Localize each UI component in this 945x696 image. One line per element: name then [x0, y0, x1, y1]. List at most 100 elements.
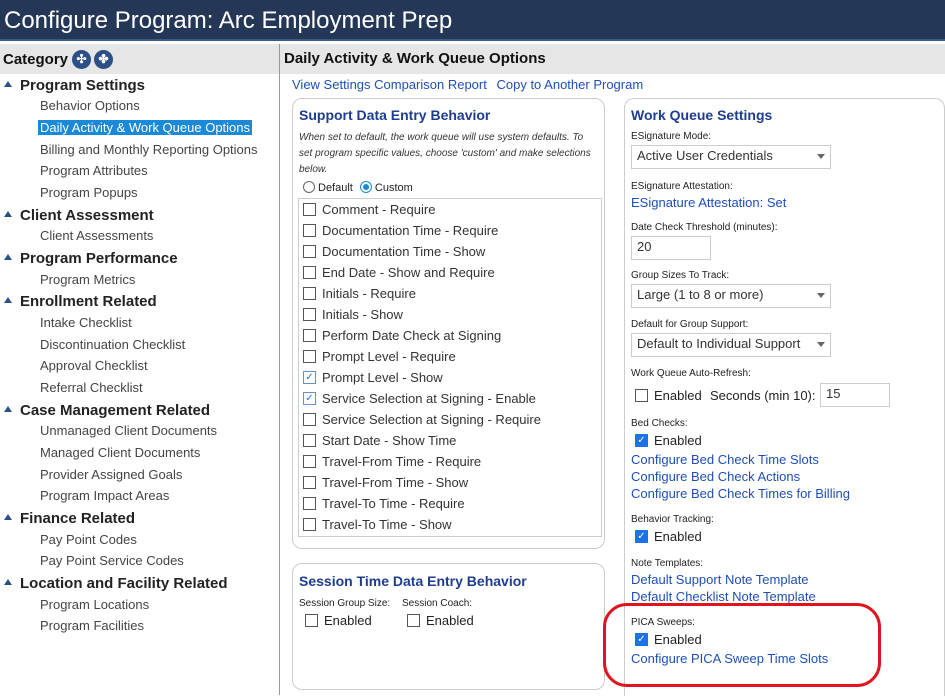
checkbox[interactable] — [303, 266, 316, 280]
option-comment-require[interactable]: Comment - Require — [299, 199, 601, 220]
option-end-date[interactable]: End Date - Show and Require — [299, 262, 601, 283]
date-check-label: Date Check Threshold (minutes): — [631, 222, 778, 233]
checkbox[interactable] — [303, 350, 316, 364]
tree-item-pay-point-service-codes[interactable]: Pay Point Service Codes — [40, 553, 184, 568]
tree-item-behavior-options[interactable]: Behavior Options — [40, 98, 140, 113]
support-data-entry-box: Support Data Entry Behavior When set to … — [292, 98, 605, 549]
tree-item-pay-point-codes[interactable]: Pay Point Codes — [40, 532, 137, 547]
copy-to-program-link[interactable]: Copy to Another Program — [496, 77, 643, 92]
tree-item-daily-activity-selected[interactable]: Daily Activity & Work Queue Options — [38, 120, 253, 135]
checkbox-checked[interactable]: ✓ — [635, 530, 648, 544]
option-start-date[interactable]: Start Date - Show Time — [299, 430, 601, 451]
checkbox[interactable] — [303, 308, 316, 322]
session-time-box: Session Time Data Entry Behavior Session… — [292, 563, 605, 690]
default-checklist-note-link[interactable]: Default Checklist Note Template — [631, 589, 816, 604]
tree-item-billing[interactable]: Billing and Monthly Reporting Options — [40, 142, 258, 157]
group-support-select[interactable]: Default to Individual Support — [631, 333, 831, 357]
option-travel-to-show[interactable]: Travel-To Time - Show — [299, 514, 601, 535]
behavior-tracking-enabled[interactable]: ✓ Enabled — [635, 529, 702, 544]
expanded-triangle-icon[interactable] — [4, 406, 12, 413]
tree-item-program-attributes[interactable]: Program Attributes — [40, 163, 148, 178]
support-box-note: When set to default, the work queue will… — [299, 132, 591, 175]
tree-group-finance[interactable]: Finance Related — [0, 510, 135, 527]
collapse-all-icon[interactable]: ✤ — [94, 49, 114, 69]
custom-radio-label: Custom — [374, 182, 413, 194]
tree-item-client-assessments[interactable]: Client Assessments — [40, 228, 153, 243]
tree-group-program-settings[interactable]: Program Settings — [0, 77, 145, 94]
checkbox-checked[interactable]: ✓ — [635, 434, 648, 448]
checkbox[interactable] — [303, 434, 316, 448]
expanded-triangle-icon[interactable] — [4, 211, 12, 218]
view-comparison-report-link[interactable]: View Settings Comparison Report — [292, 77, 487, 92]
tree-group-enrollment[interactable]: Enrollment Related — [0, 293, 157, 310]
option-doc-time-show[interactable]: Documentation Time - Show — [299, 241, 601, 262]
group-sizes-label: Group Sizes To Track: — [631, 270, 730, 281]
custom-radio[interactable] — [359, 181, 372, 194]
esig-attest-link[interactable]: ESignature Attestation: Set — [631, 195, 786, 210]
auto-refresh-enabled[interactable]: Enabled — [635, 388, 702, 403]
tree-group-case-management[interactable]: Case Management Related — [0, 402, 210, 419]
session-coach-enabled[interactable]: Enabled — [407, 613, 474, 628]
tree-item-program-popups[interactable]: Program Popups — [40, 185, 138, 200]
checkbox[interactable] — [303, 518, 316, 532]
option-prompt-level-show[interactable]: ✓ Prompt Level - Show — [299, 367, 601, 388]
tree-item-managed-docs[interactable]: Managed Client Documents — [40, 445, 200, 460]
tree-group-client-assessment[interactable]: Client Assessment — [0, 207, 154, 224]
tree-item-provider-goals[interactable]: Provider Assigned Goals — [40, 467, 182, 482]
tree-item-unmanaged-docs[interactable]: Unmanaged Client Documents — [40, 423, 217, 438]
expand-all-icon[interactable]: ✣ — [72, 49, 92, 69]
option-service-selection-require[interactable]: Service Selection at Signing - Require — [299, 409, 601, 430]
checkbox[interactable] — [303, 497, 316, 511]
checkbox-checked[interactable]: ✓ — [303, 371, 316, 385]
expanded-triangle-icon[interactable] — [4, 81, 12, 88]
checkbox[interactable] — [303, 476, 316, 490]
option-prompt-level-require[interactable]: Prompt Level - Require — [299, 346, 601, 367]
checkbox[interactable] — [303, 203, 316, 217]
option-initials-require[interactable]: Initials - Require — [299, 283, 601, 304]
tree-group-location-facility[interactable]: Location and Facility Related — [0, 575, 228, 592]
tree-item-program-locations[interactable]: Program Locations — [40, 597, 149, 612]
default-radio[interactable] — [303, 181, 315, 194]
checkbox[interactable] — [303, 329, 316, 343]
option-date-check[interactable]: Perform Date Check at Signing — [299, 325, 601, 346]
tree-group-program-performance[interactable]: Program Performance — [0, 250, 178, 267]
checkbox[interactable] — [303, 287, 316, 301]
seconds-input[interactable]: 15 — [820, 383, 890, 407]
date-check-input[interactable]: 20 — [631, 236, 711, 260]
expanded-triangle-icon[interactable] — [4, 297, 12, 304]
behavior-radio-group: Default Custom — [303, 181, 413, 194]
checkbox[interactable] — [303, 224, 316, 238]
group-sizes-select[interactable]: Large (1 to 8 or more) — [631, 284, 831, 308]
tree-item-referral-checklist[interactable]: Referral Checklist — [40, 380, 143, 395]
option-service-selection-enable[interactable]: ✓ Service Selection at Signing - Enable — [299, 388, 601, 409]
expanded-triangle-icon[interactable] — [4, 579, 12, 586]
tree-item-program-facilities[interactable]: Program Facilities — [40, 618, 144, 633]
checkbox[interactable] — [305, 614, 318, 628]
default-support-note-link[interactable]: Default Support Note Template — [631, 572, 809, 587]
option-initials-show[interactable]: Initials - Show — [299, 304, 601, 325]
option-travel-to-require[interactable]: Travel-To Time - Require — [299, 493, 601, 514]
tree-item-intake-checklist[interactable]: Intake Checklist — [40, 315, 132, 330]
checkbox[interactable] — [303, 455, 316, 469]
tree-item-discontinuation-checklist[interactable]: Discontinuation Checklist — [40, 337, 185, 352]
tree-item-impact-areas[interactable]: Program Impact Areas — [40, 488, 169, 503]
checkbox[interactable] — [303, 413, 316, 427]
bed-check-time-slots-link[interactable]: Configure Bed Check Time Slots — [631, 452, 819, 467]
tree-item-program-metrics[interactable]: Program Metrics — [40, 272, 135, 287]
option-doc-time-require[interactable]: Documentation Time - Require — [299, 220, 601, 241]
checkbox-checked[interactable]: ✓ — [303, 392, 316, 406]
option-travel-from-require[interactable]: Travel-From Time - Require — [299, 451, 601, 472]
expanded-triangle-icon[interactable] — [4, 514, 12, 521]
expanded-triangle-icon[interactable] — [4, 254, 12, 261]
checkbox[interactable] — [635, 389, 648, 403]
checkbox[interactable] — [303, 245, 316, 259]
tree-item-approval-checklist[interactable]: Approval Checklist — [40, 358, 148, 373]
session-box-title: Session Time Data Entry Behavior — [299, 573, 527, 589]
checkbox[interactable] — [407, 614, 420, 628]
bed-check-billing-link[interactable]: Configure Bed Check Times for Billing — [631, 486, 850, 501]
bed-checks-enabled[interactable]: ✓ Enabled — [635, 433, 702, 448]
bed-check-actions-link[interactable]: Configure Bed Check Actions — [631, 469, 800, 484]
esig-mode-select[interactable]: Active User Credentials — [631, 145, 831, 169]
session-group-size-enabled[interactable]: Enabled — [305, 613, 372, 628]
option-travel-from-show[interactable]: Travel-From Time - Show — [299, 472, 601, 493]
